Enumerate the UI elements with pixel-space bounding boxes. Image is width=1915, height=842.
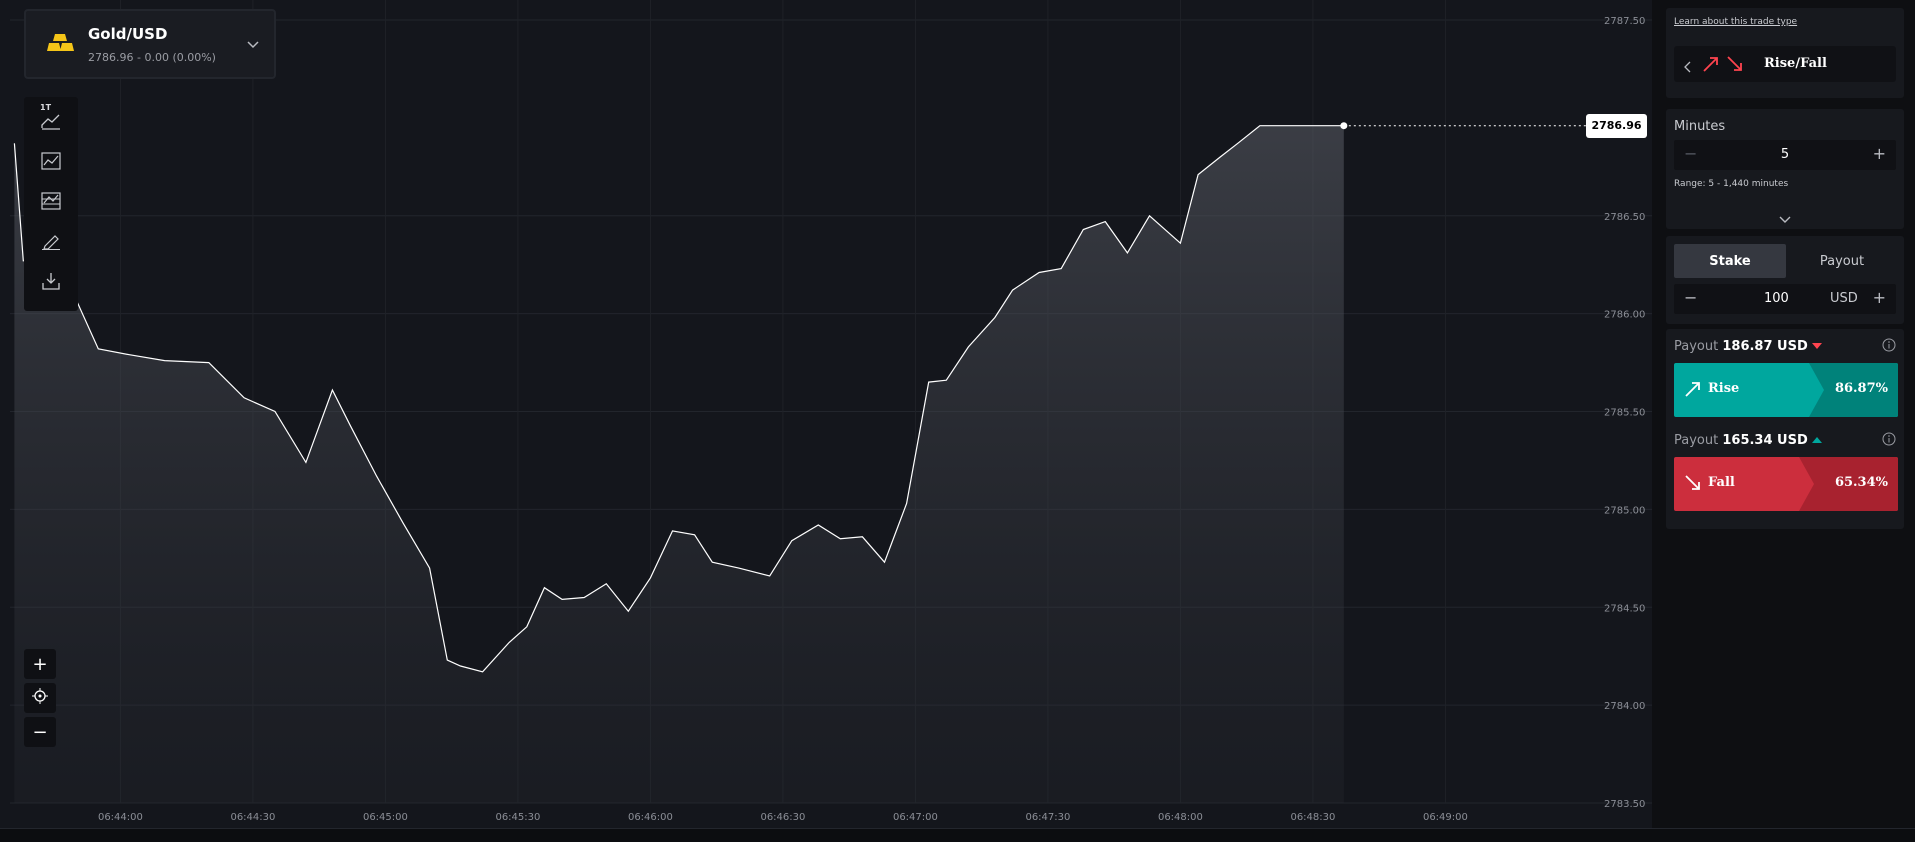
draw-pencil-icon[interactable] bbox=[37, 227, 65, 255]
time-tick-label: 06:46:30 bbox=[760, 812, 805, 823]
time-tick-label: 06:44:30 bbox=[230, 812, 275, 823]
fall-arrow-icon bbox=[1726, 55, 1744, 77]
current-price-dot bbox=[1340, 122, 1348, 130]
price-tick-label: 2784.00 bbox=[1604, 701, 1645, 712]
download-icon[interactable] bbox=[37, 267, 65, 295]
purchase-card: Payout 186.87 USD Rise 86.87% Payout 165… bbox=[1666, 329, 1904, 529]
area-chart-icon[interactable] bbox=[37, 107, 65, 135]
zoom-out-button[interactable]: − bbox=[24, 717, 56, 747]
price-tick-label: 2785.00 bbox=[1604, 505, 1645, 516]
trade-type-selector[interactable]: Rise/Fall bbox=[1674, 46, 1896, 82]
time-tick-label: 06:47:00 bbox=[893, 812, 938, 823]
price-tick-label: 2786.00 bbox=[1604, 310, 1645, 321]
rise-payout-value: 186.87 USD bbox=[1722, 339, 1808, 354]
chart-toolbar: 1T bbox=[24, 97, 78, 311]
stake-increase-button[interactable]: + bbox=[1873, 288, 1886, 307]
info-icon[interactable] bbox=[1882, 337, 1896, 356]
duration-card: Minutes − 5 + Range: 5 - 1,440 minutes bbox=[1666, 109, 1904, 229]
rise-purchase-button[interactable]: Rise 86.87% bbox=[1674, 363, 1898, 417]
rise-percent: 86.87% bbox=[1834, 381, 1888, 396]
rise-label: Rise bbox=[1708, 381, 1740, 396]
time-tick-label: 06:49:00 bbox=[1423, 812, 1468, 823]
price-tick-label: 2784.50 bbox=[1604, 603, 1645, 614]
trade-type-label: Rise/Fall bbox=[1764, 56, 1827, 71]
time-tick-label: 06:45:00 bbox=[363, 812, 408, 823]
amount-type-tabs: Stake Payout bbox=[1674, 244, 1898, 278]
price-tick-label: 2786.50 bbox=[1604, 212, 1645, 223]
fall-percent: 65.34% bbox=[1834, 475, 1888, 490]
learn-trade-type-link[interactable]: Learn about this trade type bbox=[1674, 17, 1797, 27]
fall-payout-label: Payout bbox=[1674, 433, 1719, 448]
fall-payout-info: Payout 165.34 USD bbox=[1674, 433, 1822, 448]
price-down-indicator-icon bbox=[1811, 339, 1822, 354]
crosshair-icon bbox=[32, 687, 48, 709]
price-tick-label: 2785.50 bbox=[1604, 408, 1645, 419]
price-area-fill bbox=[14, 125, 1344, 803]
zoom-in-button[interactable]: + bbox=[24, 649, 56, 679]
duration-increase-button[interactable]: + bbox=[1873, 144, 1886, 163]
price-tick-label: 2787.50 bbox=[1604, 16, 1645, 27]
duration-value[interactable]: 5 bbox=[1674, 147, 1896, 162]
fall-payout-value: 165.34 USD bbox=[1722, 433, 1808, 448]
rise-payout-label: Payout bbox=[1674, 339, 1719, 354]
instrument-selector[interactable]: Gold/USD 2786.96 - 0.00 (0.00%) bbox=[24, 9, 276, 79]
time-tick-label: 06:45:30 bbox=[495, 812, 540, 823]
rise-payout-info: Payout 186.87 USD bbox=[1674, 339, 1822, 354]
duration-input[interactable]: − 5 + bbox=[1674, 140, 1896, 170]
tab-stake[interactable]: Stake bbox=[1674, 244, 1786, 278]
price-tick-label: 2783.50 bbox=[1604, 799, 1645, 810]
rise-arrow-icon bbox=[1684, 380, 1702, 402]
reset-zoom-button[interactable] bbox=[24, 683, 56, 713]
price-up-indicator-icon bbox=[1811, 433, 1822, 448]
duration-unit-label: Minutes bbox=[1674, 119, 1726, 134]
time-tick-label: 06:48:30 bbox=[1290, 812, 1335, 823]
footer-bar bbox=[0, 828, 1915, 842]
stake-input[interactable]: − 100 USD + bbox=[1674, 284, 1896, 314]
current-price-label: 2786.96 bbox=[1591, 119, 1642, 133]
info-icon[interactable] bbox=[1882, 431, 1896, 450]
chart-table-icon[interactable] bbox=[37, 187, 65, 215]
fall-arrow-icon bbox=[1684, 474, 1702, 496]
duration-range-hint: Range: 5 - 1,440 minutes bbox=[1674, 179, 1789, 189]
zoom-in-label: + bbox=[32, 653, 48, 675]
fall-purchase-button[interactable]: Fall 65.34% bbox=[1674, 457, 1898, 511]
chevron-down-icon[interactable] bbox=[246, 35, 260, 54]
stake-value[interactable]: 100 bbox=[1764, 291, 1789, 306]
time-tick-label: 06:47:30 bbox=[1025, 812, 1070, 823]
time-tick-label: 06:44:00 bbox=[98, 812, 143, 823]
fall-label: Fall bbox=[1708, 475, 1735, 490]
zoom-out-label: − bbox=[32, 721, 48, 743]
amount-card: Stake Payout − 100 USD + bbox=[1666, 236, 1904, 324]
time-tick-label: 06:46:00 bbox=[628, 812, 673, 823]
time-tick-label: 06:48:00 bbox=[1158, 812, 1203, 823]
stake-currency: USD bbox=[1830, 291, 1858, 306]
instrument-name: Gold/USD bbox=[88, 25, 168, 43]
chevron-down-icon[interactable] bbox=[1778, 209, 1792, 228]
rise-arrow-icon bbox=[1702, 55, 1720, 77]
chart-area[interactable]: 2787.50 2786.50 2786.00 2785.50 2785.00 2784.… bbox=[0, 0, 1652, 828]
price-chart[interactable]: 2787.50 2786.50 2786.00 2785.50 2785.00 2784.… bbox=[0, 0, 1652, 828]
trade-type-card: Learn about this trade type Rise/Fall bbox=[1666, 8, 1904, 98]
tab-payout[interactable]: Payout bbox=[1786, 244, 1898, 278]
instrument-quote: 2786.96 - 0.00 (0.00%) bbox=[88, 51, 216, 64]
gold-bars-icon bbox=[46, 33, 76, 57]
indicators-icon[interactable] bbox=[37, 147, 65, 175]
current-price-badge: 2786.96 bbox=[1586, 113, 1647, 138]
stake-decrease-button[interactable]: − bbox=[1684, 288, 1697, 307]
chevron-left-icon[interactable] bbox=[1684, 58, 1692, 77]
